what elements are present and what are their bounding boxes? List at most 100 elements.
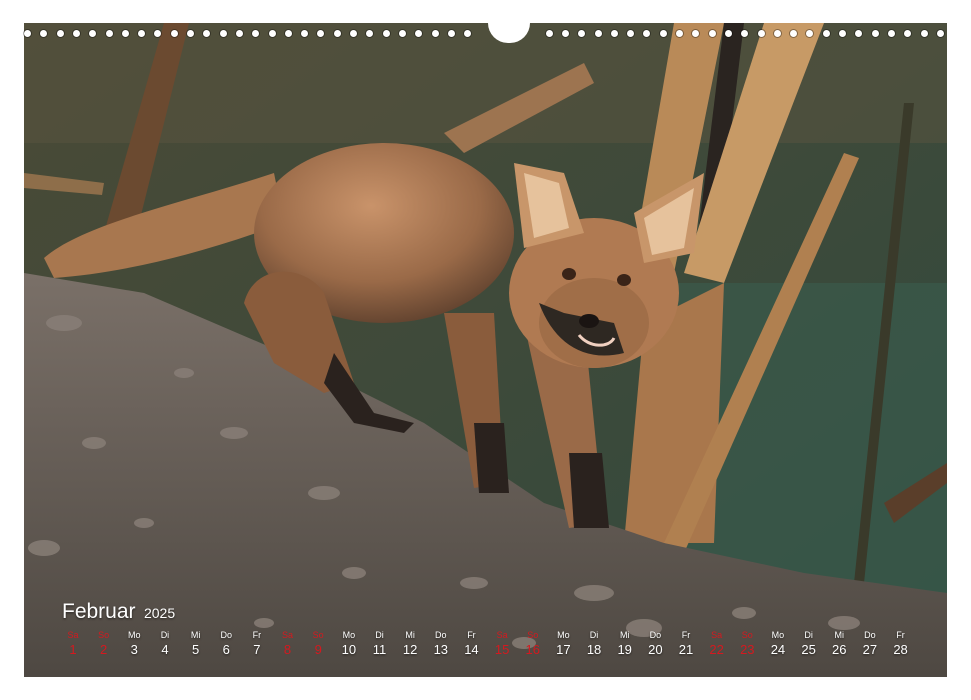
day-number: 12: [402, 642, 418, 657]
day-number: 28: [893, 642, 908, 657]
binding-hole: [578, 30, 586, 37]
binding-hole: [415, 30, 423, 37]
binding-hole: [545, 30, 553, 37]
binding-hole: [268, 30, 276, 37]
binding-hole: [822, 30, 830, 37]
weekday-label: Di: [375, 630, 384, 640]
day-cell: Do 20: [640, 630, 670, 659]
weekday-label: So: [98, 630, 110, 640]
weekday-label: Mi: [834, 630, 845, 640]
day-cell: Sa 8: [273, 630, 303, 659]
month-title: Februar 2025: [62, 600, 175, 624]
binding-hole: [904, 30, 912, 37]
binding-hole: [464, 30, 472, 37]
day-cell: Sa 15: [487, 630, 517, 659]
binding-hole: [724, 30, 732, 37]
binding-hole: [235, 30, 243, 37]
weekday-label: Mi: [619, 630, 630, 640]
binding-hole: [366, 30, 374, 37]
day-cell: Sa 1: [58, 630, 88, 659]
day-cell: So 2: [89, 630, 119, 659]
day-number: 14: [464, 642, 479, 657]
hanger-cutout: [488, 23, 530, 43]
binding-hole: [72, 30, 80, 37]
day-number: 16: [525, 642, 540, 657]
day-number: 22: [709, 642, 724, 657]
weekday-label: Di: [804, 630, 813, 640]
day-cell: Mi 19: [610, 630, 640, 659]
day-cell: Sa 22: [702, 630, 732, 659]
binding-hole: [871, 30, 879, 37]
day-number: 24: [770, 642, 786, 657]
day-cell: Mo 24: [763, 630, 793, 659]
weekday-label: Sa: [67, 630, 79, 640]
day-cell: Fr 21: [671, 630, 701, 659]
day-cell: Do 6: [211, 630, 241, 659]
weekday-label: Do: [649, 630, 662, 640]
day-number: 23: [740, 642, 755, 657]
day-cell: Di 11: [365, 630, 395, 659]
fox-cub-photo: [24, 23, 947, 677]
binding-hole: [936, 30, 944, 37]
day-number: 20: [648, 642, 663, 657]
binding-hole: [610, 30, 618, 37]
weekday-label: Mi: [405, 630, 415, 640]
binding-hole: [187, 30, 194, 37]
day-number: 11: [372, 642, 387, 657]
binding-hole: [839, 30, 846, 37]
binding-hole: [692, 30, 700, 37]
weekday-label: Fr: [252, 630, 262, 640]
day-cell: Di 18: [579, 630, 609, 659]
binding-hole: [627, 30, 635, 37]
weekday-label: Di: [160, 630, 170, 640]
weekday-label: Do: [435, 630, 447, 640]
binding-hole: [89, 30, 97, 37]
binding-hole: [170, 30, 178, 37]
binding-hole: [790, 30, 798, 37]
weekday-label: So: [527, 630, 539, 640]
day-number: 19: [617, 642, 632, 657]
weekday-label: Mo: [128, 630, 141, 640]
day-number: 10: [341, 642, 357, 657]
weekday-label: Di: [589, 630, 599, 640]
binding-hole: [105, 30, 113, 37]
day-number: 27: [862, 642, 878, 657]
binding-hole: [24, 30, 31, 37]
binding-hole: [350, 30, 357, 37]
month-year: 2025: [143, 605, 176, 621]
day-cell: Di 25: [794, 630, 824, 659]
day-cell: Fr 14: [456, 630, 486, 659]
day-number: 4: [161, 642, 169, 657]
binding-hole: [138, 30, 146, 37]
day-number: 2: [100, 642, 108, 657]
day-cell: Fr 28: [886, 630, 916, 659]
binding-hole: [920, 30, 928, 37]
binding-hole: [154, 30, 162, 37]
weekday-label: Mi: [190, 630, 201, 640]
day-cell: Mi 12: [395, 630, 425, 659]
day-cell: Mi 26: [824, 630, 854, 659]
binding-hole: [333, 30, 341, 37]
day-cell: Di 4: [150, 630, 180, 659]
day-number: 25: [801, 642, 816, 657]
binding-hole: [561, 30, 569, 37]
day-number: 13: [433, 642, 449, 657]
weekday-label: Mo: [771, 630, 785, 640]
binding-hole: [643, 30, 651, 37]
day-cell: So 23: [732, 630, 762, 659]
binding-hole: [708, 30, 716, 37]
binding-hole: [806, 30, 814, 37]
weekday-label: Mo: [342, 630, 356, 640]
binding-hole: [317, 30, 325, 37]
day-cell: Do 13: [426, 630, 456, 659]
binding-hole: [447, 30, 455, 37]
weekday-label: Do: [220, 630, 232, 640]
day-number: 3: [130, 642, 138, 657]
weekday-label: Sa: [711, 630, 723, 640]
binding-hole: [398, 30, 406, 37]
calendar-page: Februar 2025 Sa 1 So 2 Mo 3 Di 4 Mi 5 Do 6 Fr 7 Sa 8 So 9…: [0, 0, 971, 700]
binding-hole: [757, 30, 765, 37]
day-row: Sa 1 So 2 Mo 3 Di 4 Mi 5 Do 6 Fr 7 Sa 8 So 9 Mo 10 Di 11 Mi 12 D…: [58, 630, 918, 666]
day-cell: Mo 10: [334, 630, 364, 659]
weekday-label: Mo: [557, 630, 570, 640]
